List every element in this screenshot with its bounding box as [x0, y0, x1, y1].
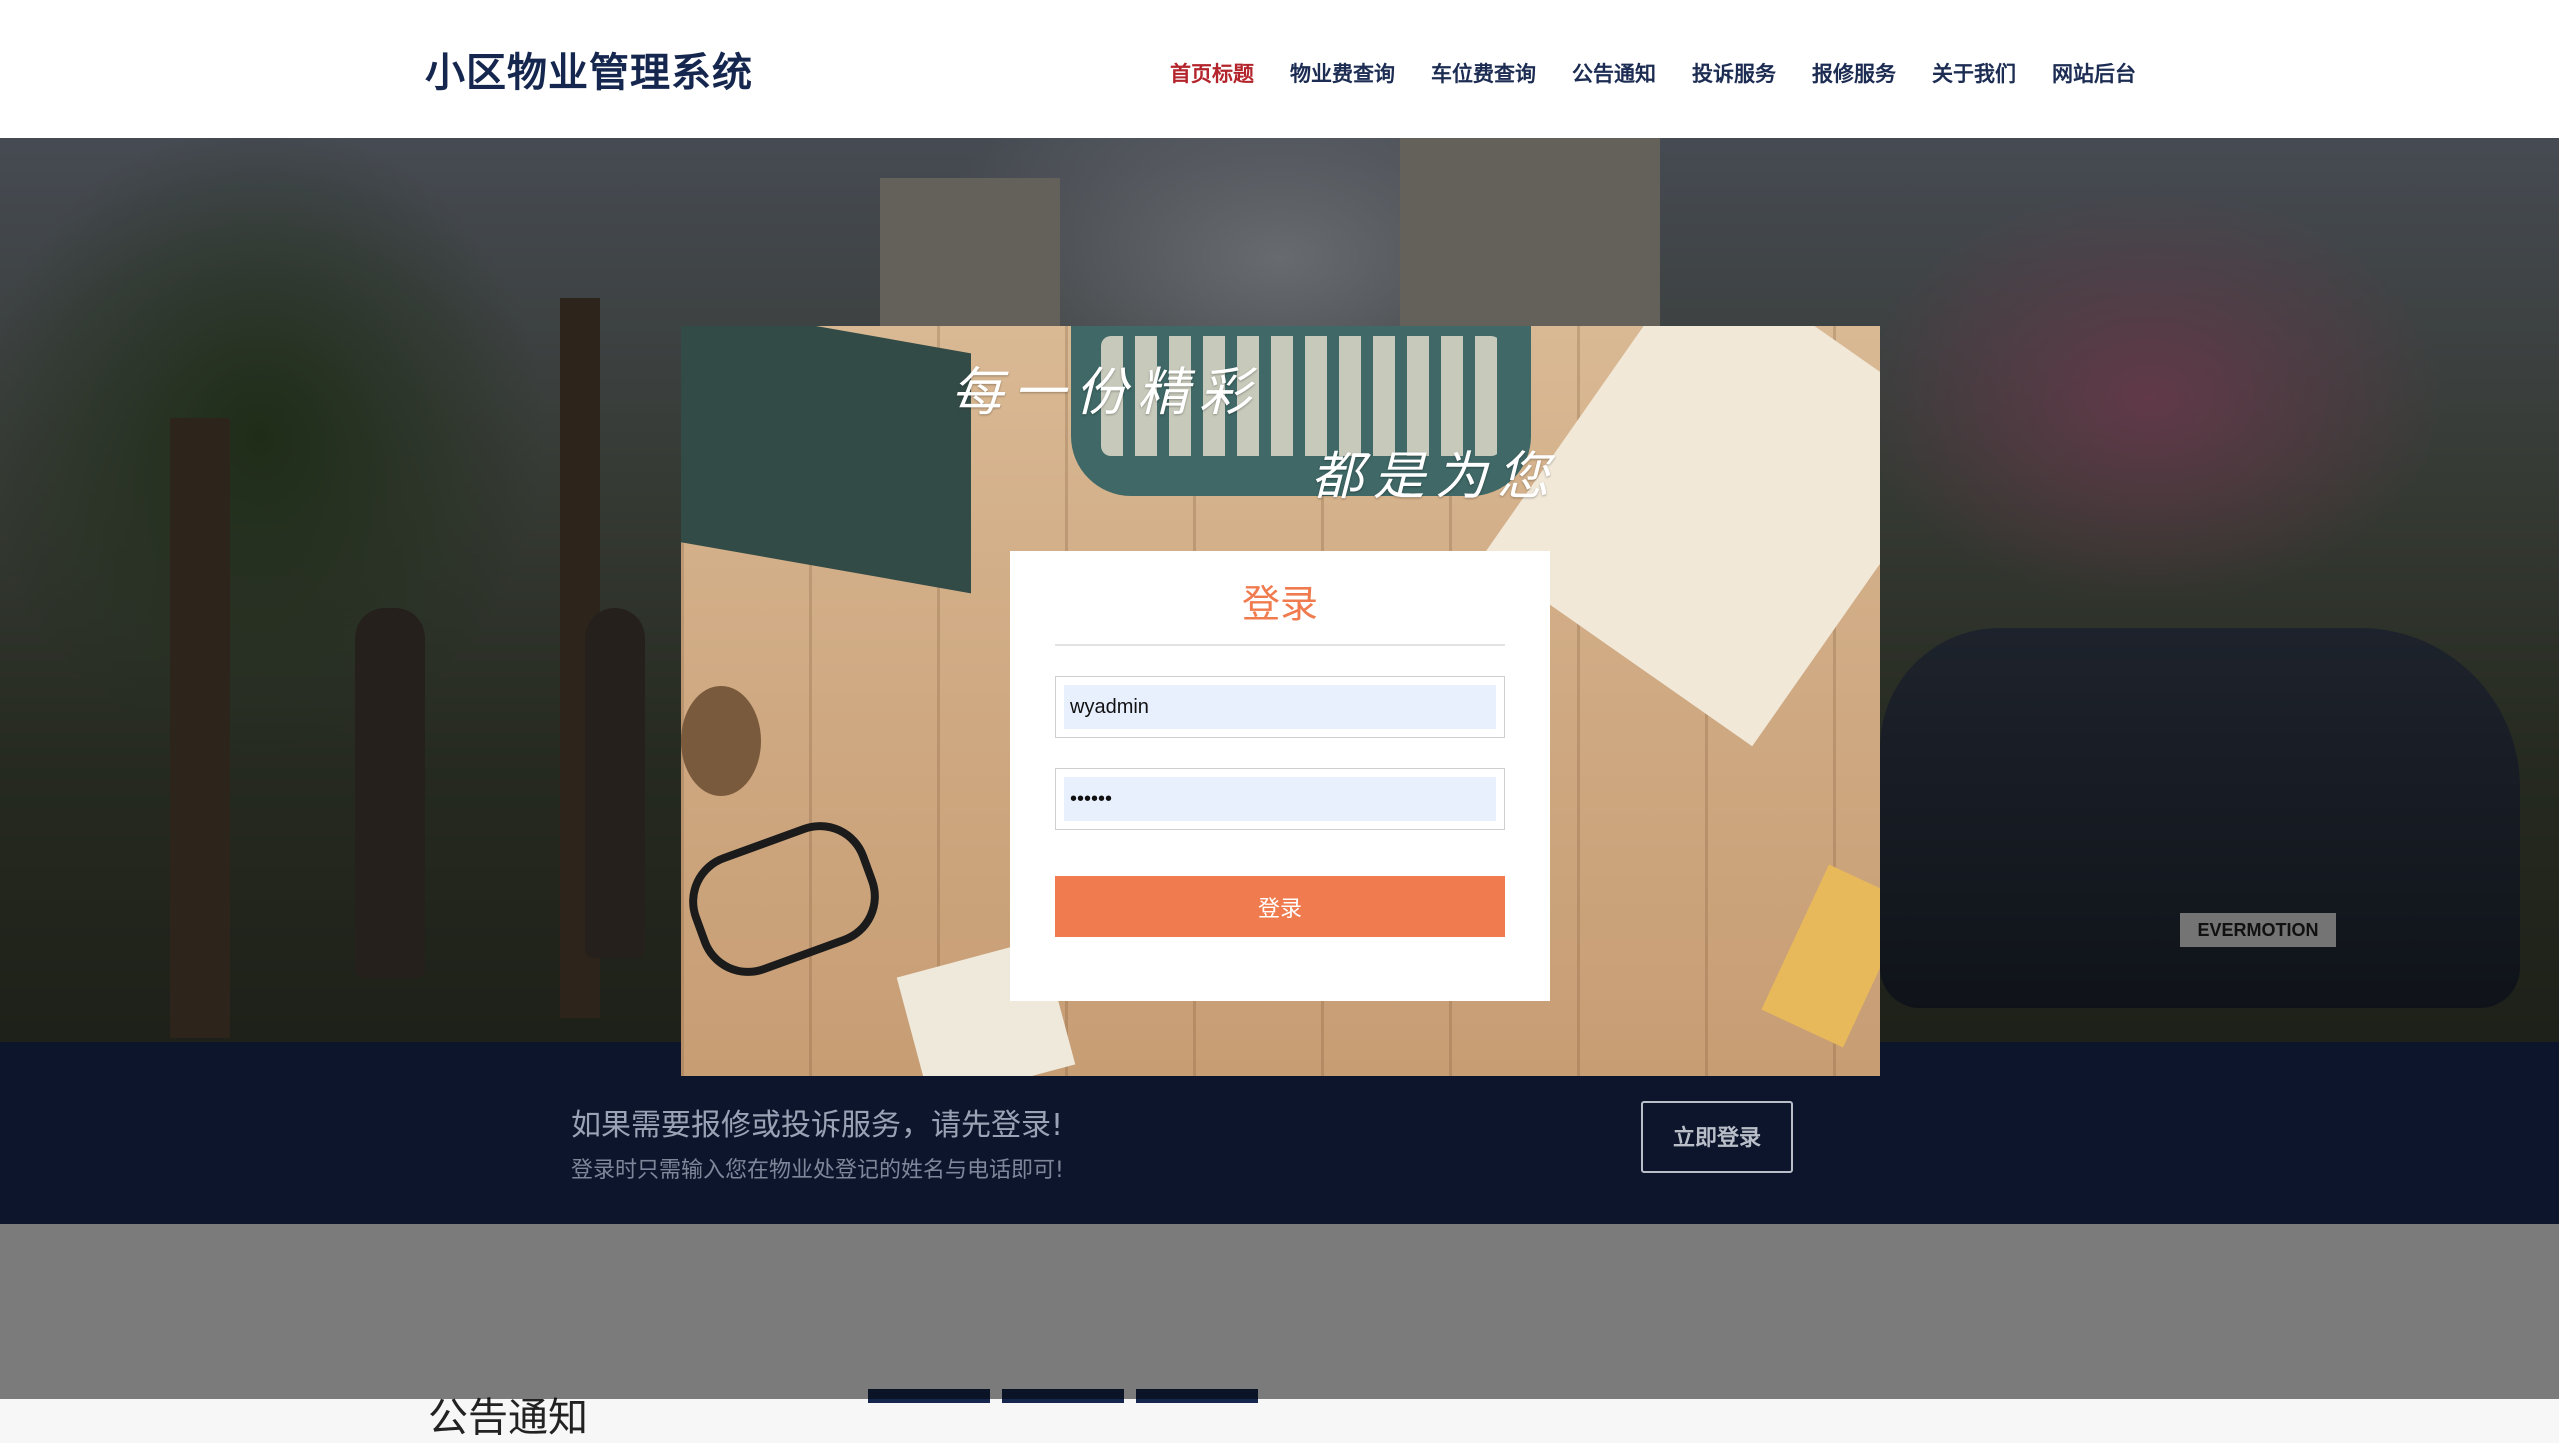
login-submit-button[interactable]: 登录: [1055, 876, 1505, 937]
nav-item-parking-fee[interactable]: 车位费查询: [1431, 58, 1536, 88]
nav-item-repairs[interactable]: 报修服务: [1812, 58, 1896, 88]
band-subtitle: 登录时只需输入您在物业处登记的姓名与电话即可!: [571, 1158, 1064, 1183]
login-form: 登录 登录: [1010, 551, 1550, 1001]
nav-item-home[interactable]: 首页标题: [1170, 58, 1254, 88]
nav-item-announcements[interactable]: 公告通知: [1572, 58, 1656, 88]
band-title: 如果需要报修或投诉服务，请先登录!: [571, 1108, 1064, 1143]
nav-item-about[interactable]: 关于我们: [1932, 58, 2016, 88]
pinecone-image: [681, 686, 761, 796]
glasses-image: [681, 807, 893, 991]
username-input[interactable]: [1064, 685, 1496, 729]
username-field: [1055, 676, 1505, 738]
login-title: 登录: [1241, 582, 1318, 626]
main-nav: 首页标题 物业费查询 车位费查询 公告通知 投诉服务 报修服务 关于我们 网站后…: [1170, 58, 2172, 88]
nav-item-property-fee[interactable]: 物业费查询: [1290, 58, 1395, 88]
password-field: [1055, 768, 1505, 830]
book-image: [681, 326, 971, 594]
handwriting-line-1: 每一份精彩: [951, 363, 1262, 423]
color-box-image: [1761, 864, 1880, 1048]
nav-item-admin[interactable]: 网站后台: [2052, 58, 2136, 88]
handwriting-line-2: 都是为您: [1311, 447, 1560, 507]
nav-item-complaints[interactable]: 投诉服务: [1692, 58, 1776, 88]
password-input[interactable]: [1064, 777, 1496, 821]
modal-backdrop-lower: [0, 1224, 2559, 1399]
site-header: 小区物业管理系统 首页标题 物业费查询 车位费查询 公告通知 投诉服务 报修服务…: [0, 0, 2559, 139]
login-now-button[interactable]: 立即登录: [1641, 1101, 1793, 1173]
divider: [1055, 644, 1505, 646]
site-brand-title[interactable]: 小区物业管理系统: [425, 40, 753, 98]
